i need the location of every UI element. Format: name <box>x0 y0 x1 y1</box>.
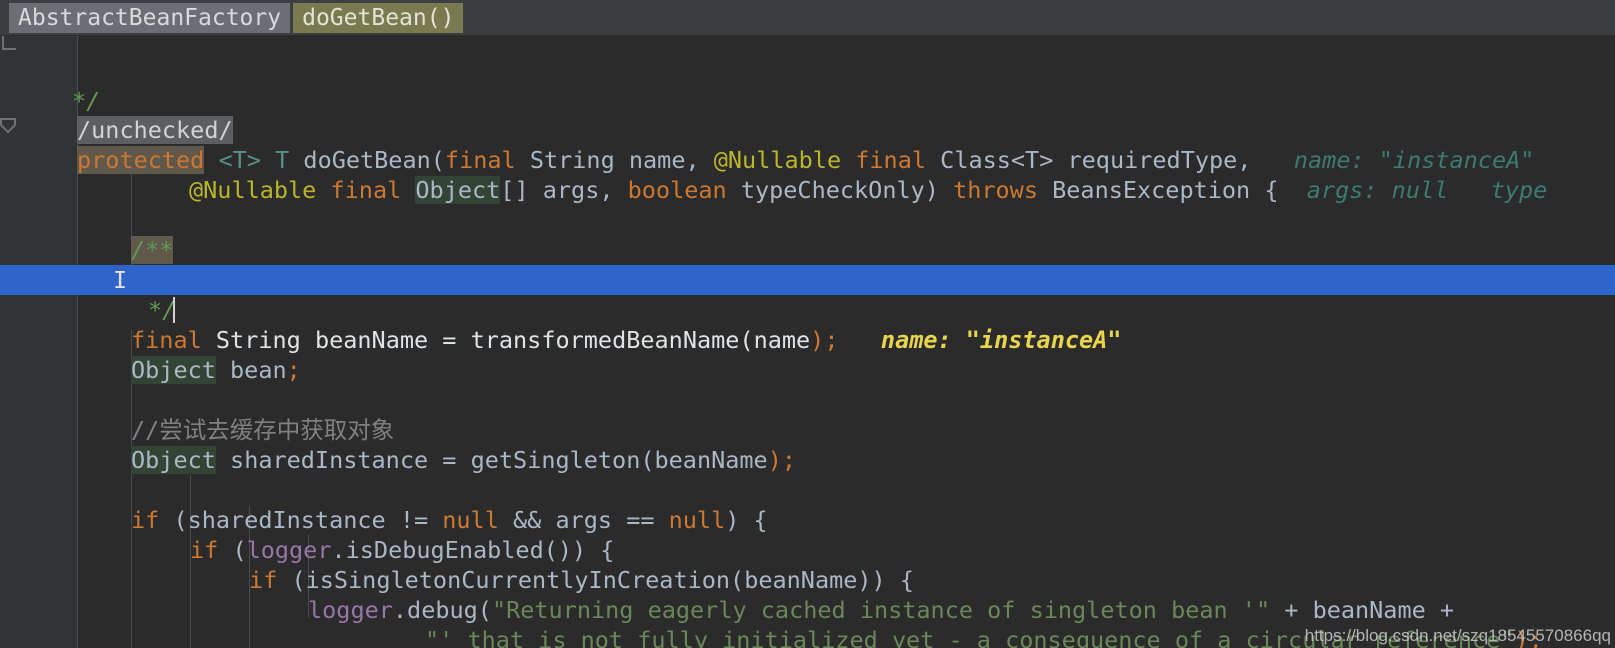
inline-hint-selected: name: "instanceA" <box>880 326 1122 354</box>
token-var-beanname: beanName <box>314 326 429 354</box>
code-line[interactable]: if (logger.isDebugEnabled()) { <box>0 475 1615 564</box>
token-final: final <box>131 326 202 354</box>
code-line[interactable]: * 在这里 传入进来的name 可能是 别名，也有可能是工厂bean的name,… <box>0 205 1615 294</box>
code-line-selected[interactable]: final String beanName = transformedBeanN… <box>0 265 1615 354</box>
caret <box>173 297 175 323</box>
breadcrumb-method[interactable]: doGetBean() <box>293 2 464 33</box>
inline-hint: name: "instanceA" <box>1293 146 1535 174</box>
code-line-text: protected <T> T doGetBean(final String n… <box>77 146 1535 174</box>
code-line[interactable]: Object bean; <box>0 295 1615 384</box>
code-line[interactable]: /unchecked/ <box>0 55 1615 144</box>
code-line[interactable]: */ <box>0 235 1615 324</box>
token-annotation-nullable: @Nullable <box>713 146 842 174</box>
code-line-text: final String beanName = transformedBeanN… <box>131 326 1122 354</box>
token-param-requiredtype: requiredType <box>1067 146 1238 174</box>
code-line[interactable]: "' that is not fully initialized yet - a… <box>0 565 1615 648</box>
token-param-name: name <box>628 146 686 174</box>
code-editor[interactable]: */ /unchecked/ protected <T> T doGetBean… <box>0 0 1615 648</box>
code-line[interactable]: Object sharedInstance = getSingleton(bea… <box>0 385 1615 474</box>
token-type-class: Class<T> <box>940 146 1054 174</box>
token-final: final <box>444 146 516 174</box>
code-line[interactable]: protected <T> T doGetBean(final String n… <box>0 85 1615 174</box>
watermark-url: https://blog.csdn.net/szq18545570866qq <box>1304 626 1611 645</box>
text-cursor-ibeam: I <box>113 266 128 294</box>
code-line[interactable]: if (sharedInstance != null && args == nu… <box>0 445 1615 534</box>
code-line[interactable]: logger.debug("Returning eagerly cached i… <box>0 535 1615 624</box>
code-line[interactable]: if (isSingletonCurrentlyInCreation(beanN… <box>0 505 1615 594</box>
token-generic: <T> <box>218 146 261 174</box>
token-type-string: String <box>529 146 615 174</box>
code-line-text: //尝试去缓存中获取对象 <box>131 416 395 444</box>
token-method-name: doGetBean <box>303 146 431 174</box>
token-return-type: T <box>275 146 290 174</box>
breadcrumb[interactable]: AbstractBeanFactory doGetBean() <box>0 0 1615 36</box>
code-content[interactable]: */ /unchecked/ protected <T> T doGetBean… <box>0 0 1615 648</box>
code-line[interactable]: //尝试去缓存中获取对象 <box>0 355 1615 444</box>
token-type-string: String <box>215 326 301 354</box>
token-final: final <box>855 146 927 174</box>
token-arg-name: name <box>753 326 811 354</box>
code-line[interactable]: } <box>0 595 1615 625</box>
code-line[interactable]: /** <box>0 175 1615 264</box>
breadcrumb-class[interactable]: AbstractBeanFactory <box>9 2 291 33</box>
token-protected: protected <box>77 146 205 174</box>
code-line[interactable]: @Nullable final Object[] args, boolean t… <box>0 115 1615 204</box>
token-call-transformedbeanname: transformedBeanName <box>470 326 740 354</box>
